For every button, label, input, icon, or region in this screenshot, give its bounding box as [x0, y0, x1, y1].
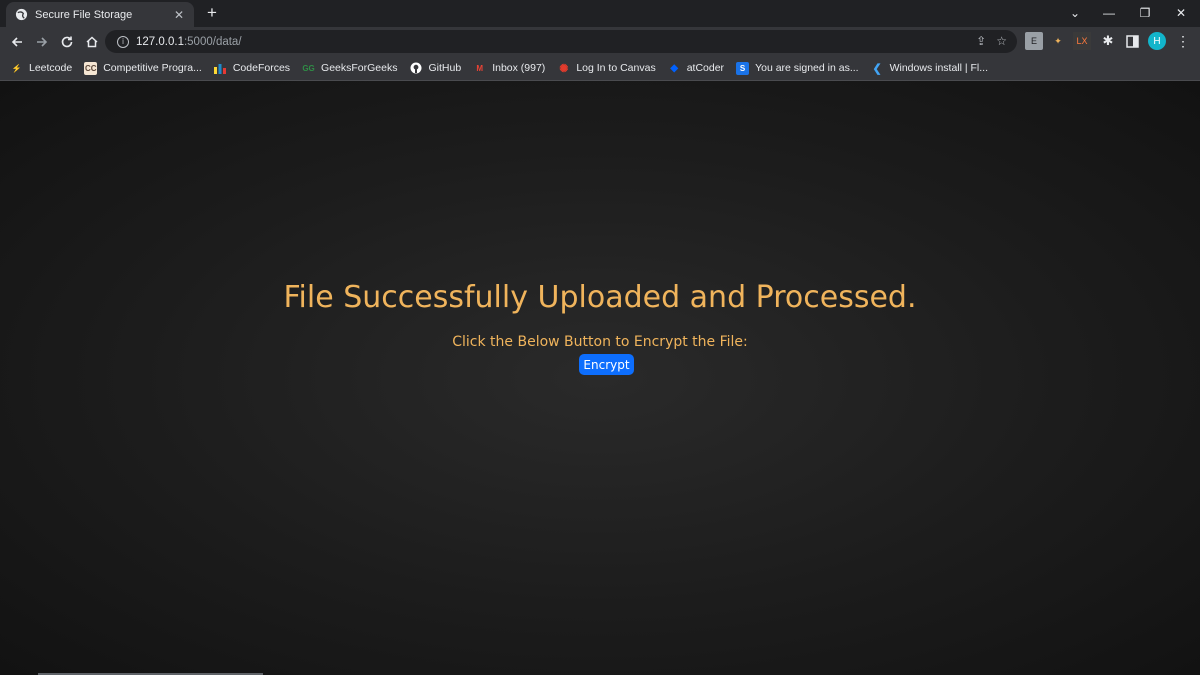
- bookmark-competitive-programming[interactable]: CC Competitive Progra...: [84, 61, 202, 75]
- bookmark-canvas[interactable]: ✺ Log In to Canvas: [557, 62, 656, 75]
- globe-icon: [14, 8, 28, 22]
- flutter-icon: ❮: [872, 62, 882, 75]
- home-icon: [86, 36, 98, 48]
- browser-toolbar: i 127.0.0.1:5000/data/ ⇪ ☆ E ✦ LX ✱ H ⋮: [0, 27, 1200, 56]
- close-window-button[interactable]: ✕: [1164, 0, 1198, 25]
- side-panel-icon[interactable]: [1123, 32, 1141, 50]
- bookmark-github[interactable]: GitHub: [410, 62, 461, 75]
- dropbox-icon: ◆: [670, 62, 679, 74]
- forward-button[interactable]: [31, 31, 53, 53]
- new-tab-button[interactable]: +: [202, 3, 222, 23]
- share-icon[interactable]: ⇪: [976, 34, 986, 48]
- bookmarks-bar: ⚡ Leetcode CC Competitive Progra... Code…: [0, 56, 1200, 81]
- github-icon: [410, 62, 423, 75]
- extension-rocket-icon[interactable]: ✦: [1049, 32, 1067, 50]
- tab-close-icon[interactable]: ✕: [172, 8, 186, 22]
- gmail-icon: M: [476, 63, 484, 73]
- page-title: File Successfully Uploaded and Processed…: [283, 280, 917, 315]
- bookmark-atcoder[interactable]: ◆ atCoder: [668, 62, 724, 75]
- star-icon[interactable]: ☆: [996, 34, 1007, 48]
- url-host: 127.0.0.1: [136, 35, 184, 48]
- tab-strip: Secure File Storage ✕ + ⌄ — ❐ ✕: [0, 0, 1200, 27]
- arrow-right-icon: [37, 37, 48, 47]
- s-icon: S: [736, 61, 750, 75]
- codeforces-icon: [214, 62, 227, 75]
- page-content: File Successfully Uploaded and Processed…: [0, 81, 1200, 675]
- profile-avatar[interactable]: H: [1148, 32, 1166, 50]
- bookmark-geeksforgeeks[interactable]: GG GeeksForGeeks: [302, 62, 397, 75]
- tab-search-icon[interactable]: ⌄: [1058, 0, 1092, 25]
- info-icon[interactable]: i: [117, 35, 129, 48]
- extensions-puzzle-icon[interactable]: ✱: [1099, 32, 1117, 50]
- reload-icon: [61, 36, 73, 48]
- url-path: :5000/data/: [183, 35, 242, 48]
- codechef-icon: CC: [84, 61, 98, 75]
- arrow-left-icon: [11, 37, 22, 47]
- instruction-text: Click the Below Button to Encrypt the Fi…: [452, 334, 748, 350]
- gfg-icon: GG: [302, 63, 315, 73]
- leetcode-icon: ⚡: [11, 63, 22, 73]
- address-bar[interactable]: i 127.0.0.1:5000/data/ ⇪ ☆: [105, 30, 1017, 53]
- home-button[interactable]: [81, 31, 103, 53]
- bookmark-leetcode[interactable]: ⚡ Leetcode: [10, 62, 73, 75]
- bookmark-signed-in[interactable]: S You are signed in as...: [736, 61, 859, 75]
- tab-secure-file-storage[interactable]: Secure File Storage ✕: [6, 2, 194, 27]
- bookmark-inbox[interactable]: M Inbox (997): [473, 62, 545, 75]
- menu-dots-icon[interactable]: ⋮: [1174, 32, 1192, 50]
- extension-e-icon[interactable]: E: [1025, 32, 1043, 50]
- tab-title: Secure File Storage: [35, 8, 133, 21]
- canvas-icon: ✺: [559, 62, 569, 75]
- bookmark-windows-install[interactable]: ❮ Windows install | Fl...: [871, 62, 988, 75]
- bookmark-codeforces[interactable]: CodeForces: [214, 62, 290, 75]
- encrypt-button[interactable]: Encrypt: [579, 354, 634, 375]
- minimize-button[interactable]: —: [1092, 0, 1126, 25]
- reload-button[interactable]: [56, 31, 78, 53]
- restore-button[interactable]: ❐: [1128, 0, 1162, 25]
- extension-lx-icon[interactable]: LX: [1073, 32, 1091, 50]
- back-button[interactable]: [6, 31, 28, 53]
